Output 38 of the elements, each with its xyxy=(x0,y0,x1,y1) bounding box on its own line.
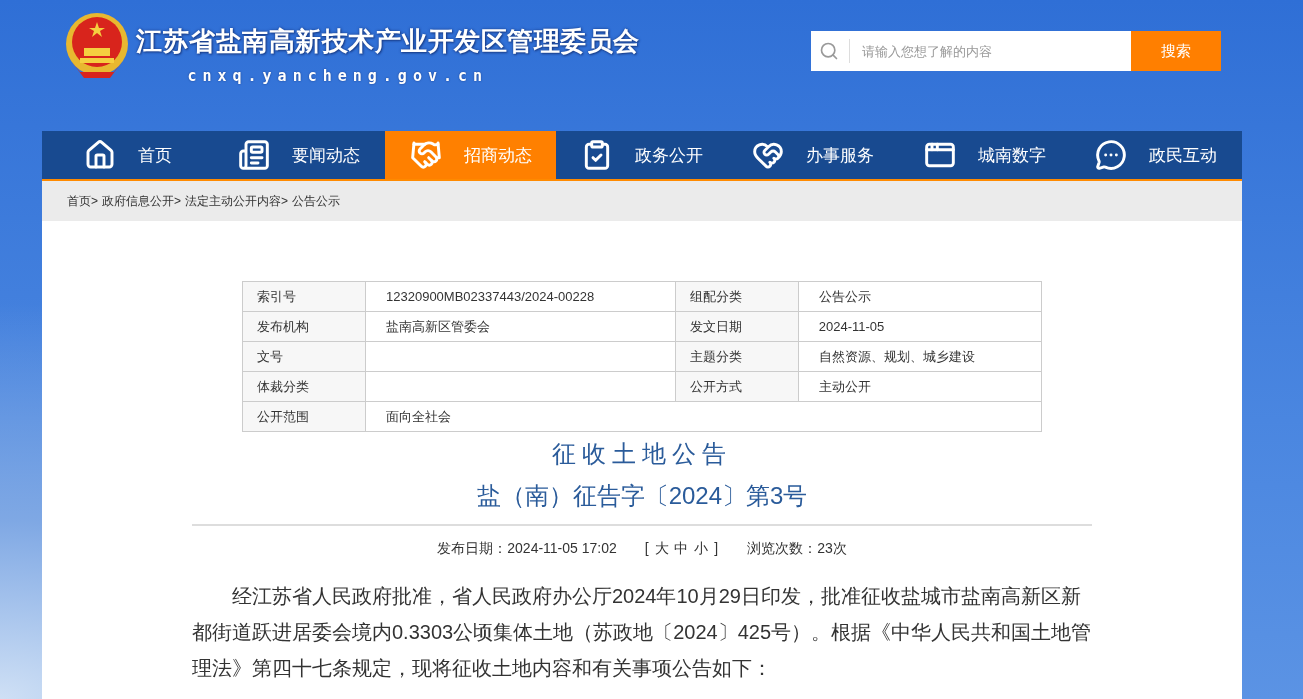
site-title: 江苏省盐南高新技术产业开发区管理委员会 xyxy=(136,25,640,58)
article-number: 盐（南）征告字〔2024〕第3号 xyxy=(476,481,808,511)
newspaper-icon xyxy=(238,139,271,171)
table-label-cell: 索引号 xyxy=(242,281,366,312)
table-label-cell: 体裁分类 xyxy=(242,371,366,402)
table-cell: 12320900MB02337443/2024-00228 xyxy=(365,281,676,312)
table-cell: 2024-11-05 xyxy=(798,311,1042,342)
breadcrumb-link[interactable]: 政府信息公开> xyxy=(102,192,182,210)
nav-item[interactable]: 城南数字 xyxy=(899,131,1071,179)
article-paragraph: 经江苏省人民政府批准，省人民政府办公厅2024年10月29日印发，批准征收盐城市盐南高新区新都街道跃进居委会境内0.3303公顷集体土地（苏政地〔2024〕425号）。根据《中华人民共和国土地管理法》第四十七条规定，现将征收土地内容和有关事项公告如下： xyxy=(192,584,1092,681)
nav-item[interactable]: 要闻动态 xyxy=(213,131,385,179)
breadcrumb-link[interactable]: 公告公示 xyxy=(292,192,341,210)
nav-item[interactable]: 办事服务 xyxy=(727,131,900,179)
nav-item[interactable]: 政民互动 xyxy=(1070,131,1242,179)
breadcrumb-link[interactable]: 首页> xyxy=(67,192,98,210)
table-cell: 自然资源、规划、城乡建设 xyxy=(798,341,1042,372)
table-cell: 盐南高新区管委会 xyxy=(365,311,676,342)
site-domain: cnxq.yancheng.gov.cn xyxy=(187,67,489,85)
table-label-cell: 公开方式 xyxy=(675,371,799,402)
breadcrumb-link[interactable]: 法定主动公开内容> xyxy=(185,192,289,210)
table-label-cell: 文号 xyxy=(242,341,366,372)
table-cell: 公告公示 xyxy=(798,281,1042,312)
table-label-cell: 主题分类 xyxy=(675,341,799,372)
search-icon xyxy=(819,41,839,61)
table-cell: 面向全社会 xyxy=(365,401,1042,432)
nav-item[interactable]: 首页 xyxy=(42,131,214,179)
table-cell: 主动公开 xyxy=(798,371,1042,402)
handshake-icon xyxy=(409,139,442,171)
table-label-cell: 公开范围 xyxy=(242,401,366,432)
table-label-cell: 发文日期 xyxy=(675,311,799,342)
view-count: 浏览次数：23次 xyxy=(747,540,847,558)
article-title: 征收土地公告 xyxy=(552,439,732,469)
publish-date: 发布日期：2024-11-05 17:02 xyxy=(437,540,617,558)
table-label-cell: 组配分类 xyxy=(675,281,799,312)
font-size-links[interactable]: [ 大 中 小 ] xyxy=(644,540,720,558)
nav-item[interactable]: 政务公开 xyxy=(556,131,728,179)
table-label-cell: 发布机构 xyxy=(242,311,366,342)
chat-bubble-icon xyxy=(1095,139,1128,171)
